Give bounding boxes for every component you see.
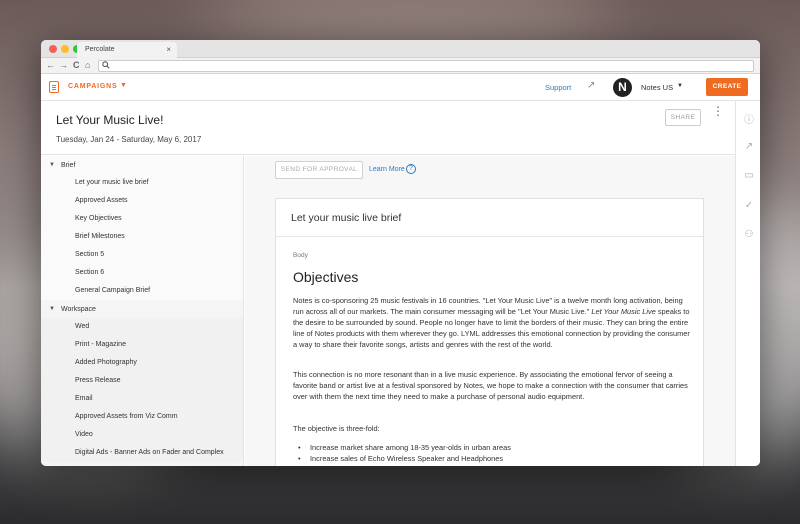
sidebar-item[interactable]: Print - Magazine bbox=[41, 336, 243, 354]
info-icon[interactable]: ⓘ bbox=[743, 111, 755, 126]
sidebar-item[interactable]: Digital Ads - Banner Ads on Fader and Co… bbox=[41, 444, 243, 462]
campaigns-menu[interactable]: CAMPAIGNS bbox=[68, 83, 117, 90]
brief-logo-icon[interactable] bbox=[49, 81, 59, 93]
analytics-icon[interactable]: ↗ bbox=[587, 80, 595, 91]
forward-icon[interactable]: → bbox=[59, 60, 68, 70]
sidebar-item[interactable]: General Campaign Brief bbox=[41, 282, 243, 300]
section-heading: Objectives bbox=[293, 269, 359, 285]
create-button[interactable]: CREATE bbox=[706, 78, 748, 96]
address-bar[interactable] bbox=[98, 60, 754, 72]
tab-title: Percolate bbox=[85, 46, 115, 53]
sidebar-section-workspace[interactable]: ▼ Workspace bbox=[41, 300, 243, 318]
sidebar-item[interactable]: Wed bbox=[41, 318, 243, 336]
main-area: Let Your Music Live! Tuesday, Jan 24 - S… bbox=[41, 101, 735, 466]
sidebar-section-label: Workspace bbox=[61, 306, 96, 313]
browser-tabbar: Percolate × bbox=[41, 40, 760, 58]
browser-tab[interactable]: Percolate × bbox=[77, 42, 177, 58]
sidebar-item[interactable]: Section 6 bbox=[41, 264, 243, 282]
sidebar: ▼ Brief Let your music live brief Approv… bbox=[41, 156, 244, 466]
body-label: Body bbox=[293, 252, 308, 259]
chevron-down-icon[interactable]: ▼ bbox=[120, 82, 127, 89]
people-icon[interactable]: ⚇ bbox=[743, 229, 755, 240]
comment-icon[interactable]: ▭ bbox=[743, 170, 755, 181]
support-link[interactable]: Support bbox=[545, 83, 571, 92]
sidebar-item[interactable]: Key Objectives bbox=[41, 210, 243, 228]
avatar[interactable]: N bbox=[613, 78, 632, 97]
close-window-button[interactable] bbox=[49, 45, 57, 53]
minimize-window-button[interactable] bbox=[61, 45, 69, 53]
chevron-down-icon[interactable]: ▼ bbox=[49, 162, 55, 168]
check-icon[interactable]: ✓ bbox=[743, 200, 755, 211]
home-icon[interactable]: ⌂ bbox=[85, 60, 90, 70]
sidebar-item[interactable]: Video bbox=[41, 426, 243, 444]
paragraph[interactable]: This connection is no more resonant than… bbox=[293, 369, 693, 402]
sidebar-item[interactable]: Brief Milestones bbox=[41, 228, 243, 246]
content-area: SEND FOR APPROVAL Learn More ? Let your … bbox=[245, 156, 735, 466]
back-icon[interactable]: ← bbox=[46, 60, 55, 70]
sidebar-item[interactable]: Email bbox=[41, 390, 243, 408]
sidebar-item[interactable]: Let your music live brief bbox=[41, 174, 243, 192]
browser-window: Percolate × ← → C ⌂ CAMPAIGNS ▼ Support … bbox=[41, 40, 760, 466]
chevron-down-icon[interactable]: ▼ bbox=[49, 306, 55, 312]
learn-more-link[interactable]: Learn More bbox=[369, 166, 405, 173]
more-options-icon[interactable]: ⋮ bbox=[712, 105, 724, 117]
objective-list: Increase market share among 18-35 year-o… bbox=[298, 442, 511, 464]
search-icon bbox=[102, 61, 110, 71]
trend-icon[interactable]: ↗ bbox=[743, 141, 755, 152]
list-item[interactable]: Increase market share among 18-35 year-o… bbox=[298, 442, 511, 453]
chevron-down-icon[interactable]: ▼ bbox=[677, 83, 683, 89]
page-title: Let Your Music Live! bbox=[56, 113, 164, 127]
app-header: CAMPAIGNS ▼ Support ↗ N Notes US ▼ CREAT… bbox=[41, 74, 760, 101]
sidebar-item[interactable]: Press Release bbox=[41, 372, 243, 390]
card-title: Let your music live brief bbox=[276, 199, 703, 237]
list-item[interactable]: Increase sales of Echo Wireless Speaker … bbox=[298, 453, 511, 464]
sidebar-item[interactable]: Approved Assets bbox=[41, 192, 243, 210]
sidebar-item[interactable]: Section 5 bbox=[41, 246, 243, 264]
send-for-approval-button[interactable]: SEND FOR APPROVAL bbox=[275, 161, 363, 179]
paragraph[interactable]: The objective is three-fold: bbox=[293, 423, 693, 434]
help-icon[interactable]: ? bbox=[406, 164, 416, 174]
brief-card: Let your music live brief Body Objective… bbox=[275, 198, 704, 466]
right-rail: ⓘ ↗ ▭ ✓ ⚇ bbox=[735, 101, 760, 466]
campaign-dates: Tuesday, Jan 24 - Saturday, May 6, 2017 bbox=[56, 135, 202, 144]
reload-icon[interactable]: C bbox=[73, 60, 80, 70]
share-button[interactable]: SHARE bbox=[665, 109, 701, 126]
sidebar-item[interactable]: Added Photography bbox=[41, 354, 243, 372]
account-name[interactable]: Notes US bbox=[641, 83, 673, 92]
paragraph[interactable]: Notes is co-sponsoring 25 music festival… bbox=[293, 295, 693, 350]
tab-close-icon[interactable]: × bbox=[166, 45, 171, 54]
campaign-header: Let Your Music Live! Tuesday, Jan 24 - S… bbox=[41, 101, 735, 155]
sidebar-item[interactable]: Approved Assets from Viz Comm bbox=[41, 408, 243, 426]
browser-toolbar: ← → C ⌂ bbox=[41, 58, 760, 74]
sidebar-section-label: Brief bbox=[61, 162, 76, 169]
sidebar-section-brief[interactable]: ▼ Brief bbox=[41, 156, 243, 174]
